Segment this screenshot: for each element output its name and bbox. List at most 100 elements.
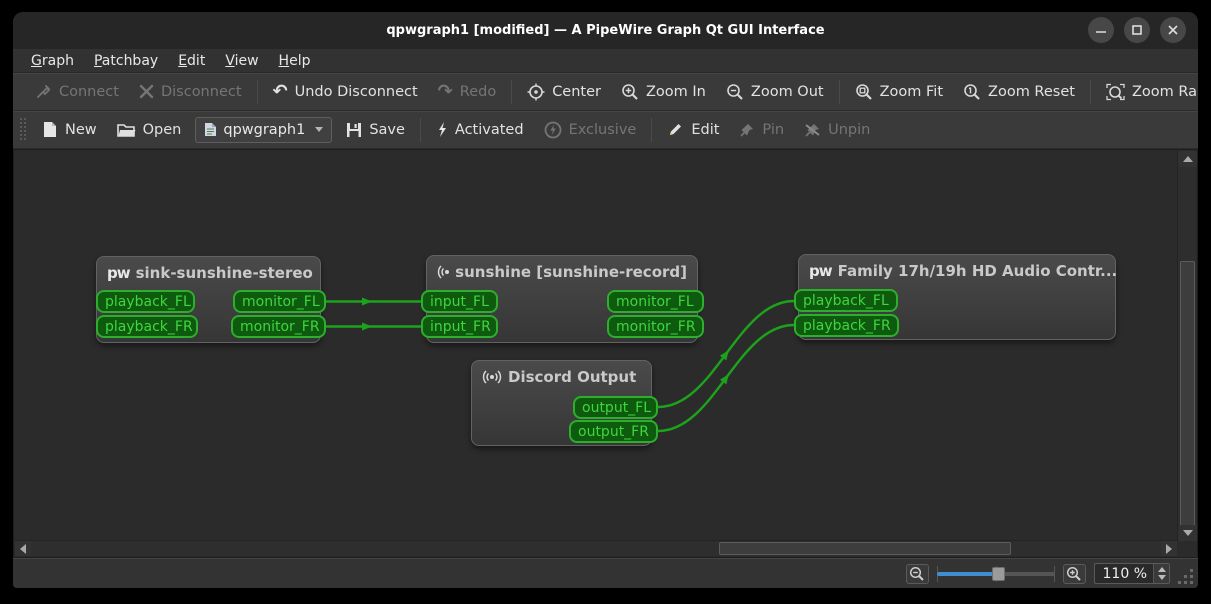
zoom-range-icon	[1106, 83, 1125, 100]
connection-arrow	[719, 373, 729, 385]
zoom-spinner[interactable]	[1153, 564, 1169, 583]
menu-graph[interactable]: Graph	[21, 51, 84, 71]
statusbar: 110 %	[13, 558, 1198, 588]
scroll-down-button[interactable]	[1178, 525, 1197, 541]
horizontal-scroll-thumb[interactable]	[719, 542, 1011, 555]
node-title: sink-sunshine-stereo	[135, 264, 313, 282]
connection-arrow	[719, 349, 729, 361]
port-sunshine-input-fr[interactable]: input_FR	[421, 315, 498, 338]
activated-bolt-icon	[438, 122, 446, 137]
zoom-out-button[interactable]: Zoom Out	[716, 77, 834, 107]
zoom-fit-icon	[855, 83, 872, 100]
connection-arrow	[362, 297, 372, 306]
vertical-scroll-thumb[interactable]	[1180, 261, 1195, 526]
port-discord-output-fr[interactable]: output_FR	[569, 420, 658, 443]
scroll-left-button[interactable]	[15, 541, 31, 556]
horizontal-scrollbar[interactable]	[15, 540, 1177, 556]
zoom-range-button[interactable]: Zoom Range	[1096, 77, 1198, 107]
port-sink-playback-fr[interactable]: playback_FR	[96, 315, 198, 338]
port-sunshine-monitor-fl[interactable]: monitor_FL	[607, 290, 704, 313]
broadcast-icon	[437, 265, 449, 279]
port-sink-monitor-fl[interactable]: monitor_FL	[233, 290, 326, 313]
arrow-up-icon	[1182, 156, 1193, 162]
open-folder-icon	[116, 123, 136, 137]
minimize-button[interactable]	[1088, 17, 1114, 43]
vertical-scrollbar[interactable]	[1177, 151, 1197, 541]
pin-icon	[740, 123, 754, 137]
edit-button[interactable]: Edit	[657, 115, 729, 144]
titlebar[interactable]: qpwgraph1 [modified] — A PipeWire Graph …	[13, 12, 1198, 49]
zoom-reset-icon	[964, 83, 980, 100]
unpin-button[interactable]: Unpin	[794, 116, 880, 144]
spin-up-icon	[1157, 567, 1166, 572]
exclusive-button[interactable]: Exclusive	[534, 115, 647, 145]
port-sink-monitor-fr[interactable]: monitor_FR	[231, 315, 326, 338]
activated-button[interactable]: Activated	[426, 115, 534, 144]
zoom-level-spinbox[interactable]: 110 %	[1093, 563, 1170, 584]
close-icon	[1168, 25, 1178, 35]
statusbar-zoom-in-button[interactable]	[1062, 563, 1086, 584]
center-icon	[527, 83, 545, 100]
unpin-icon	[805, 123, 820, 137]
open-button[interactable]: Open	[107, 116, 192, 144]
save-icon	[347, 122, 362, 137]
close-button[interactable]	[1160, 17, 1186, 43]
zoom-in-icon	[1066, 566, 1081, 581]
node-title: Family 17h/19h HD Audio Contr...	[837, 262, 1118, 280]
connections-layer	[326, 297, 795, 433]
broadcast-icon	[482, 370, 502, 384]
redo-icon: ↷	[437, 80, 453, 102]
pin-button[interactable]: Pin	[729, 116, 794, 144]
statusbar-zoom-out-button[interactable]	[905, 563, 929, 584]
maximize-button[interactable]	[1124, 17, 1150, 43]
graph-canvas[interactable]: pw sink-sunshine-stereo sunshine [sunshi…	[15, 151, 1177, 541]
toolbar-separator	[838, 79, 840, 104]
chevron-down-icon	[315, 127, 324, 132]
save-button[interactable]: Save	[336, 116, 415, 144]
zoom-fit-button[interactable]: Zoom Fit	[845, 77, 953, 107]
toolbar-drag-handle[interactable]	[19, 117, 27, 142]
menu-help[interactable]: Help	[269, 51, 321, 71]
new-button[interactable]: New	[33, 115, 107, 144]
zoom-slider-handle[interactable]	[991, 566, 1005, 581]
toolbar-separator	[511, 79, 513, 104]
zoom-in-button[interactable]: Zoom In	[611, 77, 716, 107]
connect-button[interactable]: Connect	[25, 77, 129, 106]
zoom-slider[interactable]	[936, 564, 1055, 584]
undo-button[interactable]: ↶ Undo Disconnect	[263, 78, 428, 106]
undo-icon: ↶	[272, 80, 288, 102]
spin-down-icon	[1157, 575, 1166, 580]
port-discord-output-fl[interactable]: output_FL	[573, 396, 658, 419]
arrow-left-icon	[20, 543, 26, 554]
center-button[interactable]: Center	[517, 77, 611, 107]
resize-grip[interactable]	[1178, 569, 1194, 585]
disconnect-button[interactable]: Disconnect	[129, 78, 252, 106]
menu-edit[interactable]: Edit	[168, 51, 215, 71]
node-title: sunshine [sunshine-record]	[455, 263, 687, 281]
patchbay-file-combobox[interactable]: qpwgraph1	[195, 116, 333, 143]
zoom-slider-fill	[936, 571, 997, 576]
zoom-out-icon	[727, 83, 743, 100]
port-sunshine-input-fl[interactable]: input_FL	[421, 290, 498, 313]
zoom-reset-button[interactable]: Zoom Reset	[953, 77, 1085, 107]
port-sunshine-monitor-fr[interactable]: monitor_FR	[607, 315, 704, 338]
disconnect-icon	[139, 84, 154, 99]
pipewire-icon: pw	[809, 262, 833, 280]
edit-pencil-icon	[670, 124, 682, 135]
redo-button[interactable]: ↷ Redo	[428, 78, 507, 106]
graph-view: pw sink-sunshine-stereo sunshine [sunshi…	[13, 149, 1198, 558]
scroll-up-button[interactable]	[1178, 151, 1197, 167]
menu-patchbay[interactable]: Patchbay	[84, 51, 168, 71]
zoom-in-icon	[622, 83, 638, 100]
port-sink-playback-fl[interactable]: playback_FL	[96, 290, 195, 313]
pipewire-icon: pw	[107, 264, 131, 282]
minimize-icon	[1096, 31, 1106, 33]
menu-view[interactable]: View	[215, 51, 268, 71]
maximize-icon	[1132, 25, 1142, 35]
menubar: Graph Patchbay Edit View Help	[13, 49, 1198, 73]
port-family-playback-fr[interactable]: playback_FR	[794, 314, 899, 337]
scroll-right-button[interactable]	[1161, 541, 1177, 556]
app-window: qpwgraph1 [modified] — A PipeWire Graph …	[13, 12, 1198, 588]
zoom-out-icon	[909, 566, 924, 581]
port-family-playback-fl[interactable]: playback_FL	[794, 289, 898, 312]
